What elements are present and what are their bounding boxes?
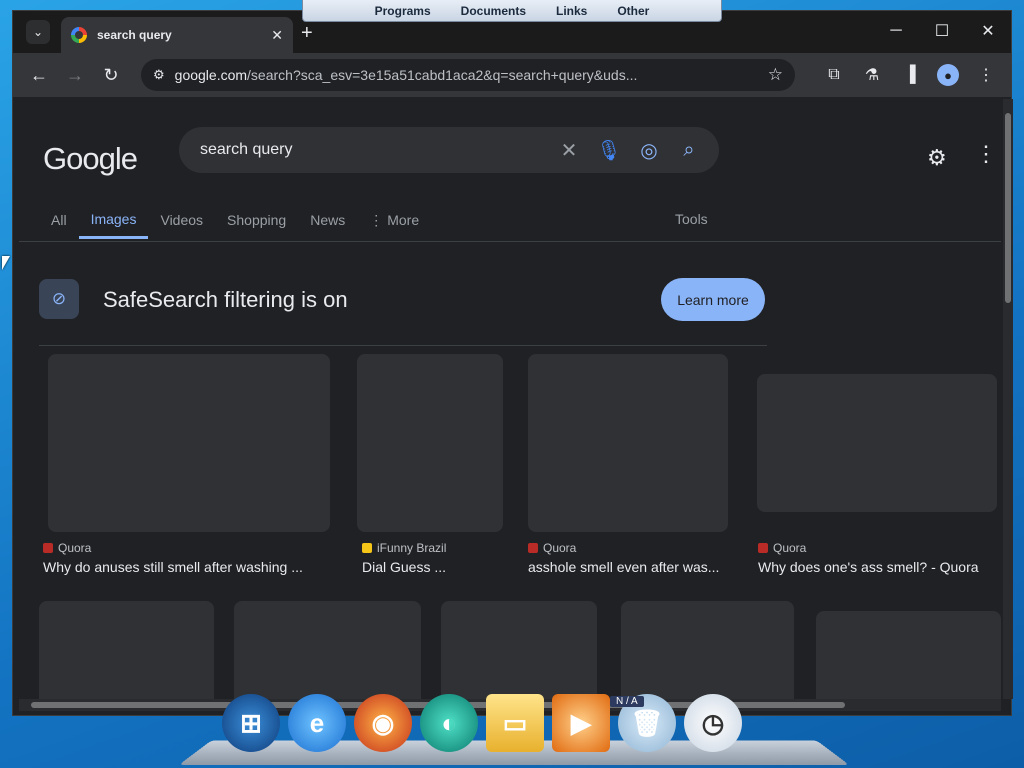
gear-icon[interactable]: ⚙ xyxy=(927,145,947,171)
result-image[interactable] xyxy=(528,354,728,532)
minimize-button[interactable]: ─ xyxy=(873,11,919,51)
clock-icon[interactable]: ◷ xyxy=(684,694,742,752)
chevron-down-icon: ⌄ xyxy=(32,25,44,39)
labs-flask-icon[interactable]: ⚗ xyxy=(855,57,889,93)
topbar-programs[interactable]: Programs xyxy=(375,4,431,18)
profile-button[interactable]: ● xyxy=(931,57,965,93)
result-image[interactable] xyxy=(48,354,330,532)
microphone-icon[interactable]: 🎙 xyxy=(589,130,629,170)
arrow-left-icon: ← xyxy=(30,64,48,85)
firefox-icon[interactable]: ◉ xyxy=(354,694,412,752)
result-source-label: Quora xyxy=(543,541,577,555)
vertical-scroll-thumb[interactable] xyxy=(1005,113,1011,303)
topbar-links[interactable]: Links xyxy=(556,4,587,18)
desktop-topbar: Programs Documents Links Other xyxy=(302,0,722,22)
clear-icon[interactable]: ✕ xyxy=(549,130,589,170)
mouse-cursor xyxy=(2,256,10,270)
lens-camera-icon[interactable]: ◎ xyxy=(629,130,669,170)
result-source[interactable]: Quora xyxy=(528,541,576,555)
tab-search-button[interactable]: ⌄ xyxy=(26,20,50,44)
ifunny-icon xyxy=(362,543,372,553)
toolbar-right-group: ⧉ ⚗ ▐ ● ⋮ xyxy=(817,57,1003,93)
folder-icon[interactable]: ▭ xyxy=(486,694,544,752)
close-tab-icon[interactable]: ✕ xyxy=(271,27,283,44)
reload-icon: ↻ xyxy=(103,64,119,85)
extensions-icon[interactable]: ⧉ xyxy=(817,57,851,93)
quora-icon xyxy=(528,543,538,553)
browser-window: ⌄ search query ✕ + ─ ☐ ✕ ← → ↻ ⚙ google.… xyxy=(12,10,1013,716)
bookmark-star-icon[interactable]: ☆ xyxy=(768,65,783,85)
media-player-icon[interactable]: ▶ xyxy=(552,694,610,752)
result-image[interactable] xyxy=(757,374,997,512)
menu-kebab-icon[interactable]: ⋮ xyxy=(969,57,1003,93)
search-icon[interactable]: ⌕ xyxy=(669,130,709,170)
browser-toolbar: ← → ↻ ⚙ google.com/search?sca_esv=3e15a5… xyxy=(13,53,1011,97)
tab-all[interactable]: All xyxy=(39,201,79,239)
quora-icon xyxy=(758,543,768,553)
search-input[interactable]: search query xyxy=(200,141,549,159)
result-image[interactable] xyxy=(441,601,597,699)
edge-icon[interactable]: ◐ xyxy=(420,694,478,752)
result-source[interactable]: iFunny Brazil xyxy=(362,541,446,555)
google-logo[interactable]: Google xyxy=(43,141,138,177)
apps-grid-icon[interactable]: ⋮⋮ xyxy=(975,141,1001,167)
learn-more-button[interactable]: Learn more xyxy=(661,278,765,321)
more-dots-icon: ⋮ xyxy=(369,211,384,228)
result-source[interactable]: Quora xyxy=(758,541,806,555)
search-box[interactable]: search query ✕ 🎙 ◎ ⌕ xyxy=(179,127,719,173)
safesearch-divider xyxy=(39,345,767,346)
na-label: N / A xyxy=(610,696,644,707)
quora-icon xyxy=(43,543,53,553)
start-windows-icon[interactable]: ⊞ xyxy=(222,694,280,752)
tab-active[interactable]: search query ✕ xyxy=(61,17,293,53)
window-controls: ─ ☐ ✕ xyxy=(873,11,1011,51)
url-host: google.com xyxy=(174,67,248,83)
tabs-divider xyxy=(19,241,1001,242)
internet-explorer-icon[interactable]: e xyxy=(288,694,346,752)
url-text: google.com/search?sca_esv=3e15a51cabd1ac… xyxy=(175,67,758,83)
result-source-label: iFunny Brazil xyxy=(377,541,447,555)
result-image[interactable] xyxy=(39,601,214,699)
dock-icons: ⊞ e ◉ ◐ ▭ ▶ 🗑 ◷ xyxy=(222,694,742,752)
result-image[interactable] xyxy=(357,354,503,532)
result-source[interactable]: Quora xyxy=(43,541,91,555)
forward-button[interactable]: → xyxy=(57,57,93,93)
result-caption[interactable]: Why does one's ass smell? - Quora xyxy=(758,559,979,575)
tab-title: search query xyxy=(97,28,172,42)
safesearch-text: SafeSearch filtering is on xyxy=(103,287,348,312)
result-source-label: Quora xyxy=(58,541,92,555)
vertical-scrollbar[interactable] xyxy=(1003,99,1013,699)
search-tabs: All Images Videos Shopping News ⋮ More xyxy=(39,201,431,241)
new-tab-button[interactable]: + xyxy=(301,22,313,45)
avatar: ● xyxy=(937,64,959,86)
tab-videos[interactable]: Videos xyxy=(148,201,215,239)
tab-more[interactable]: ⋮ More xyxy=(357,201,431,239)
tab-shopping[interactable]: Shopping xyxy=(215,201,298,239)
close-window-button[interactable]: ✕ xyxy=(965,11,1011,51)
address-bar[interactable]: ⚙ google.com/search?sca_esv=3e15a51cabd1… xyxy=(141,59,795,91)
tools-button[interactable]: Tools xyxy=(675,211,708,227)
site-info-icon[interactable]: ⚙ xyxy=(153,67,165,83)
tab-images[interactable]: Images xyxy=(78,201,149,239)
google-favicon-icon xyxy=(71,27,87,43)
result-caption[interactable]: asshole smell even after was... xyxy=(528,559,719,575)
url-path: /search?sca_esv=3e15a51cabd1aca2&q=searc… xyxy=(247,67,638,83)
eye-off-icon: ⊘ xyxy=(39,279,79,319)
result-image[interactable] xyxy=(816,611,1001,699)
tab-news[interactable]: News xyxy=(298,201,357,239)
google-page: Google search query ✕ 🎙 ◎ ⌕ ⚙ ⋮⋮ All Ima… xyxy=(19,99,1001,699)
topbar-other[interactable]: Other xyxy=(617,4,649,18)
topbar-documents[interactable]: Documents xyxy=(461,4,526,18)
back-button[interactable]: ← xyxy=(21,57,57,93)
tab-more-label: More xyxy=(387,212,420,228)
maximize-button[interactable]: ☐ xyxy=(919,11,965,51)
result-image[interactable] xyxy=(234,601,421,699)
result-source-label: Quora xyxy=(773,541,807,555)
result-caption[interactable]: Dial Guess ... xyxy=(362,559,446,575)
result-caption[interactable]: Why do anuses still smell after washing … xyxy=(43,559,303,575)
arrow-right-icon: → xyxy=(66,64,84,85)
side-panel-icon[interactable]: ▐ xyxy=(893,57,927,93)
reload-button[interactable]: ↻ xyxy=(93,57,129,93)
result-image[interactable] xyxy=(621,601,794,699)
